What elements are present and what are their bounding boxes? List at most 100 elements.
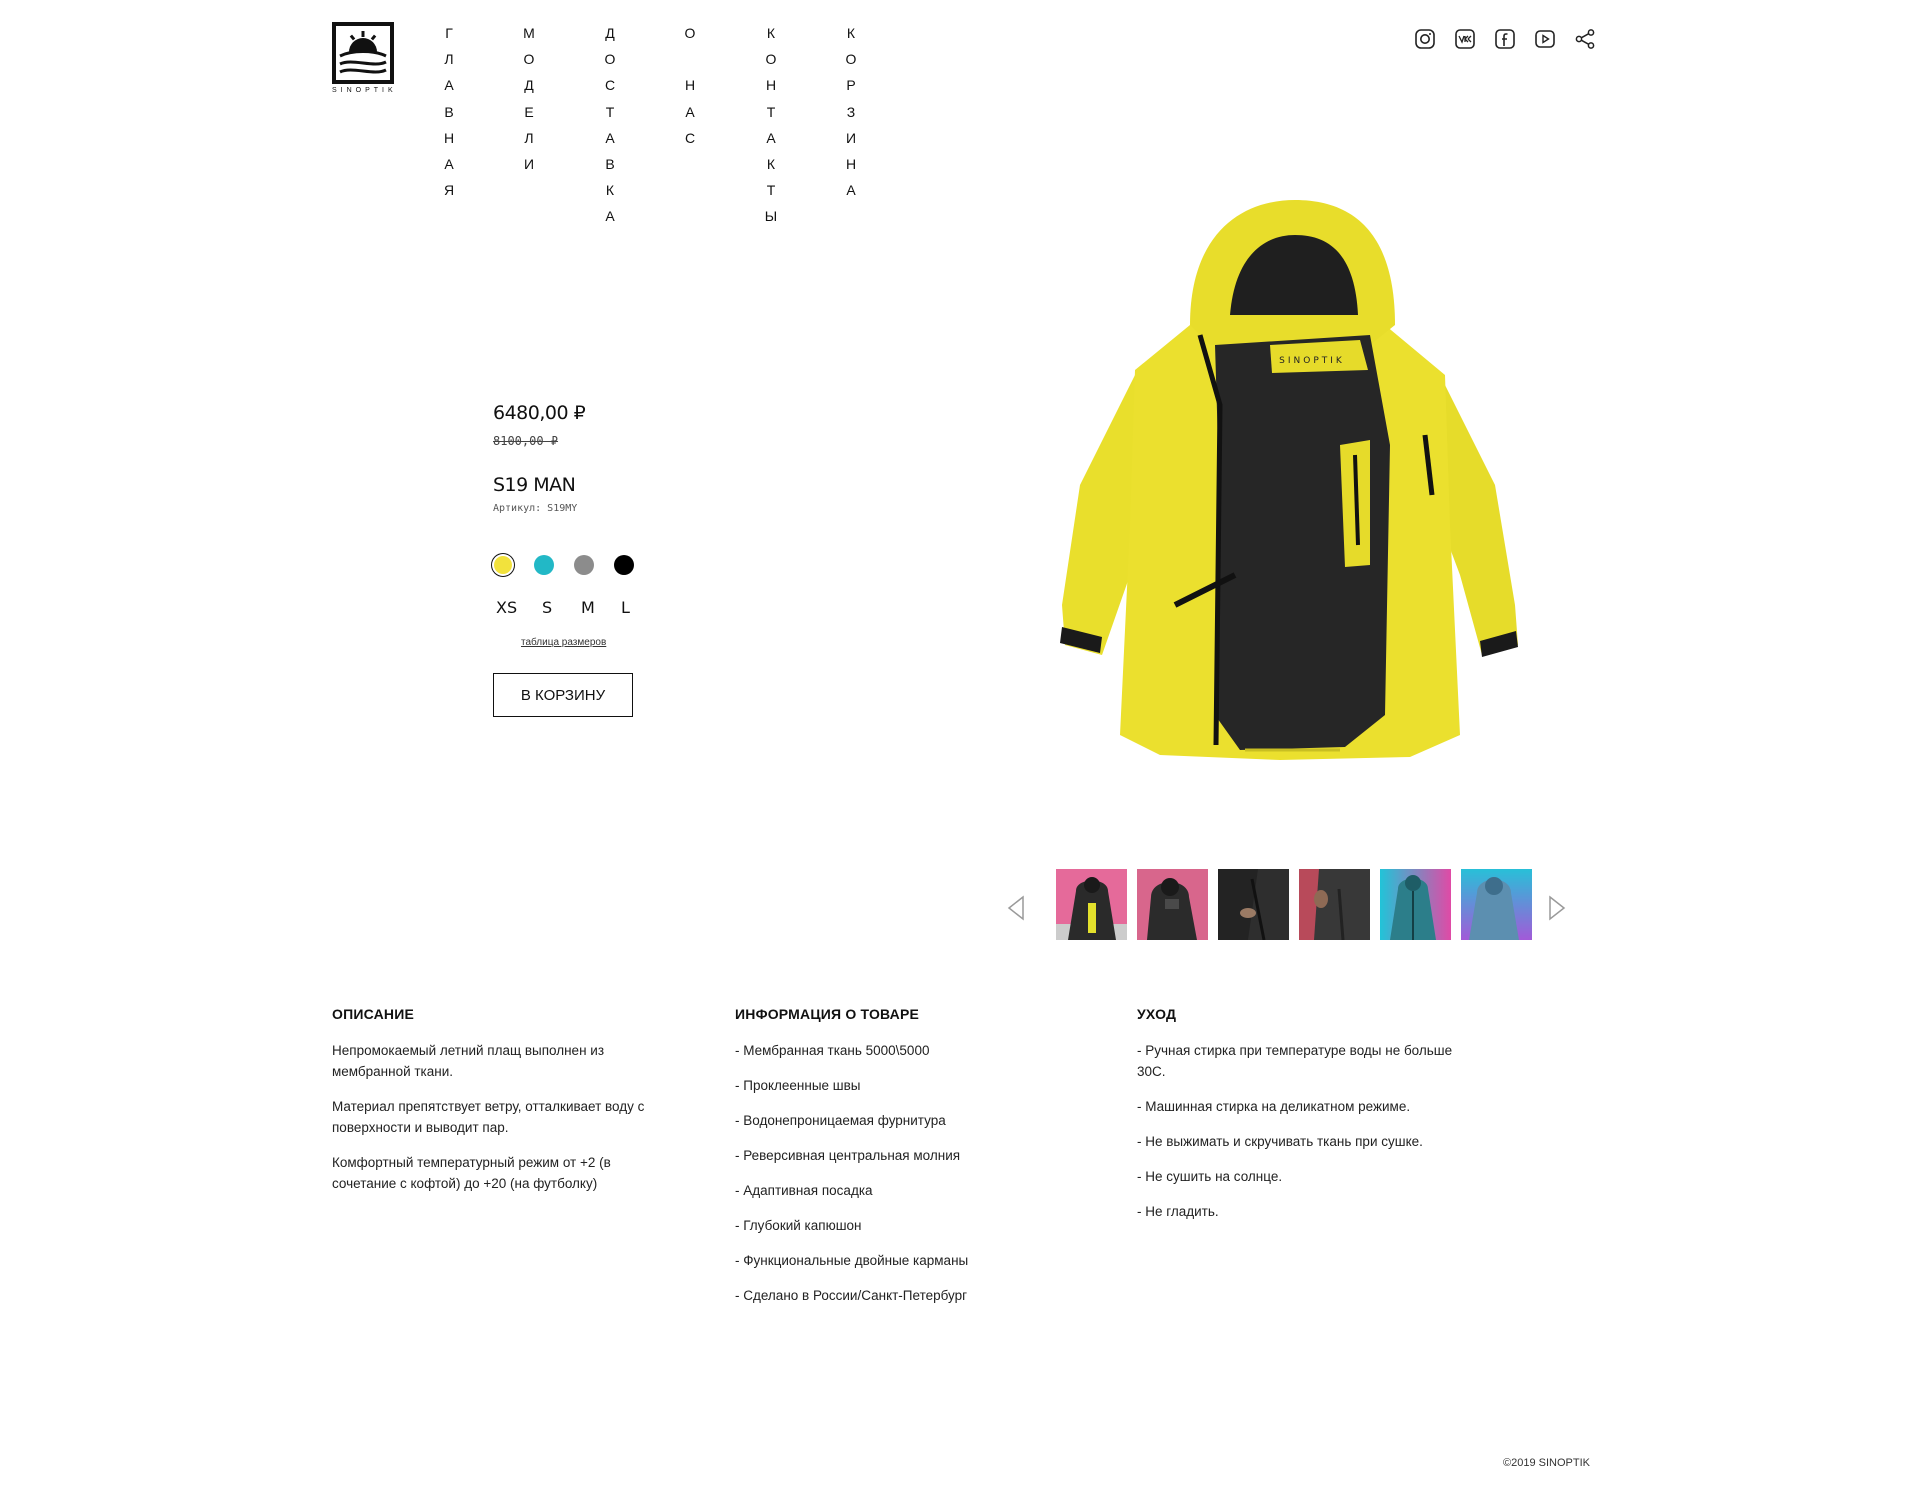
list-item: - Не выжимать и скручивать ткань при суш…: [1137, 1134, 1423, 1149]
list-item: - Глубокий капюшон: [735, 1218, 862, 1233]
size-s[interactable]: S: [542, 598, 552, 622]
nav-letter: А: [444, 77, 454, 94]
product-info-title: ИНФОРМАЦИЯ О ТОВАРЕ: [735, 1006, 920, 1022]
nav-letter: О: [765, 51, 777, 68]
color-swatch-black[interactable]: [614, 555, 634, 575]
sku-value: S19MY: [547, 503, 578, 514]
nav-letter: Т: [605, 103, 615, 120]
nav-about[interactable]: О НАС: [682, 20, 698, 151]
nav-letter: А: [605, 129, 615, 146]
gallery-thumbnail-3[interactable]: [1218, 869, 1289, 940]
instagram-icon[interactable]: [1414, 28, 1436, 50]
copyright: ©2019 SINOPTIK: [1503, 1457, 1590, 1469]
color-swatch-cyan[interactable]: [534, 555, 554, 575]
nav-letter: К: [766, 25, 776, 41]
nav-home[interactable]: ГЛАВНАЯ: [441, 20, 457, 203]
nav-letter: Я: [443, 182, 455, 199]
description-section: ОПИСАНИЕ Непромокаемый летний плащ выпол…: [332, 1006, 652, 1208]
list-item: - Водонепроницаемая фурнитура: [735, 1113, 946, 1128]
nav-letter: Г: [445, 25, 453, 41]
gallery-thumbnail-1[interactable]: [1056, 869, 1127, 940]
nav-letter: А: [846, 182, 856, 199]
gallery-next-arrow-icon[interactable]: [1546, 895, 1568, 921]
nav-letter: В: [444, 103, 454, 120]
size-m[interactable]: M: [581, 598, 595, 622]
list-item: - Проклеенные швы: [735, 1078, 861, 1093]
svg-text:SINOPTIK: SINOPTIK: [1279, 356, 1345, 366]
color-swatch-yellow[interactable]: [494, 556, 512, 574]
gallery-thumbnail-2[interactable]: [1137, 869, 1208, 940]
gallery-thumbnail-5[interactable]: [1380, 869, 1451, 940]
size-l[interactable]: L: [621, 598, 630, 622]
nav-letter: М: [523, 25, 535, 41]
sku: Артикул: S19MY: [493, 503, 577, 514]
description-paragraph: Материал препятствует ветру, отталкивает…: [332, 1099, 645, 1135]
logo-text: SINOPTIK: [332, 87, 397, 94]
description-paragraph: Комфортный температурный режим от +2 (в …: [332, 1155, 611, 1191]
nav-letter: Н: [845, 156, 857, 173]
gallery-prev-arrow-icon[interactable]: [1005, 895, 1027, 921]
nav-letter: Т: [766, 182, 776, 199]
list-item: - Функциональные двойные карманы: [735, 1253, 969, 1268]
list-item: - Ручная стирка при температуре воды не …: [1137, 1043, 1453, 1079]
price: 6480,00 ₽: [493, 402, 586, 424]
jacket-illustration: SINOPTIK: [1060, 200, 1518, 760]
gallery-thumbnail-6[interactable]: [1461, 869, 1532, 940]
facebook-icon[interactable]: [1494, 28, 1516, 50]
youtube-icon[interactable]: [1534, 28, 1556, 50]
old-price: 8100,00 ₽: [493, 434, 559, 448]
nav-letter: А: [444, 156, 454, 173]
gallery-thumbnail-4[interactable]: [1299, 869, 1370, 940]
nav-letter: С: [604, 77, 616, 94]
list-item: - Не гладить.: [1137, 1204, 1219, 1219]
nav-letter: Д: [524, 77, 534, 94]
nav-letter: К: [846, 25, 856, 41]
nav-models[interactable]: МОДЕЛИ: [521, 20, 537, 177]
list-item: - Не сушить на солнце.: [1137, 1169, 1283, 1184]
nav-contacts[interactable]: КОНТАКТЫ: [763, 20, 779, 230]
nav-cart[interactable]: КОРЗИНА: [843, 20, 859, 203]
nav-letter: А: [766, 129, 776, 146]
nav-letter: [682, 46, 698, 72]
nav-letter: О: [523, 51, 535, 68]
product-image: SINOPTIK: [1040, 195, 1540, 775]
list-item: - Реверсивная центральная молния: [735, 1148, 961, 1163]
nav-letter: Р: [846, 77, 856, 94]
nav-letter: Л: [444, 51, 454, 68]
size-table-link[interactable]: таблица размеров: [521, 637, 606, 648]
list-item: - Машинная стирка на деликатном режиме.: [1137, 1099, 1411, 1114]
nav-letter: О: [684, 25, 696, 41]
add-to-cart-button[interactable]: В КОРЗИНУ: [493, 673, 633, 717]
product-info-section: ИНФОРМАЦИЯ О ТОВАРЕ - Мембранная ткань 5…: [735, 1006, 1055, 1320]
nav-letter: З: [846, 103, 856, 120]
nav-letter: Д: [605, 25, 615, 41]
care-section: УХОД - Ручная стирка при температуре вод…: [1137, 1006, 1457, 1236]
description-paragraph: Непромокаемый летний плащ выполнен из ме…: [332, 1043, 605, 1079]
nav-letter: Н: [443, 129, 455, 146]
color-swatch-gray[interactable]: [574, 555, 594, 575]
nav-letter: И: [523, 156, 535, 173]
vk-icon[interactable]: [1454, 28, 1476, 50]
nav-letter: А: [605, 208, 615, 225]
list-item: - Адаптивная посадка: [735, 1183, 873, 1198]
care-list: - Ручная стирка при температуре воды не …: [1137, 1040, 1457, 1222]
nav-delivery[interactable]: ДОСТАВКА: [602, 20, 618, 230]
nav-letter: И: [845, 129, 857, 146]
nav-letter: О: [845, 51, 857, 68]
nav-letter: К: [766, 156, 776, 173]
description-title: ОПИСАНИЕ: [332, 1006, 414, 1022]
nav-letter: К: [605, 182, 615, 199]
size-xs[interactable]: XS: [496, 598, 517, 622]
nav-letter: О: [604, 51, 616, 68]
nav-letter: С: [684, 129, 696, 146]
sku-label: Артикул:: [493, 503, 542, 514]
logo-mark: [332, 22, 394, 84]
product-name: S19 MAN: [493, 474, 576, 496]
nav-letter: В: [605, 156, 615, 173]
nav-letter: Н: [765, 77, 777, 94]
nav-letter: Е: [524, 103, 534, 120]
list-item: - Сделано в России/Санкт-Петербург: [735, 1288, 968, 1303]
care-title: УХОД: [1137, 1006, 1177, 1022]
share-icon[interactable]: [1574, 28, 1596, 50]
logo[interactable]: SINOPTIK: [332, 22, 394, 94]
